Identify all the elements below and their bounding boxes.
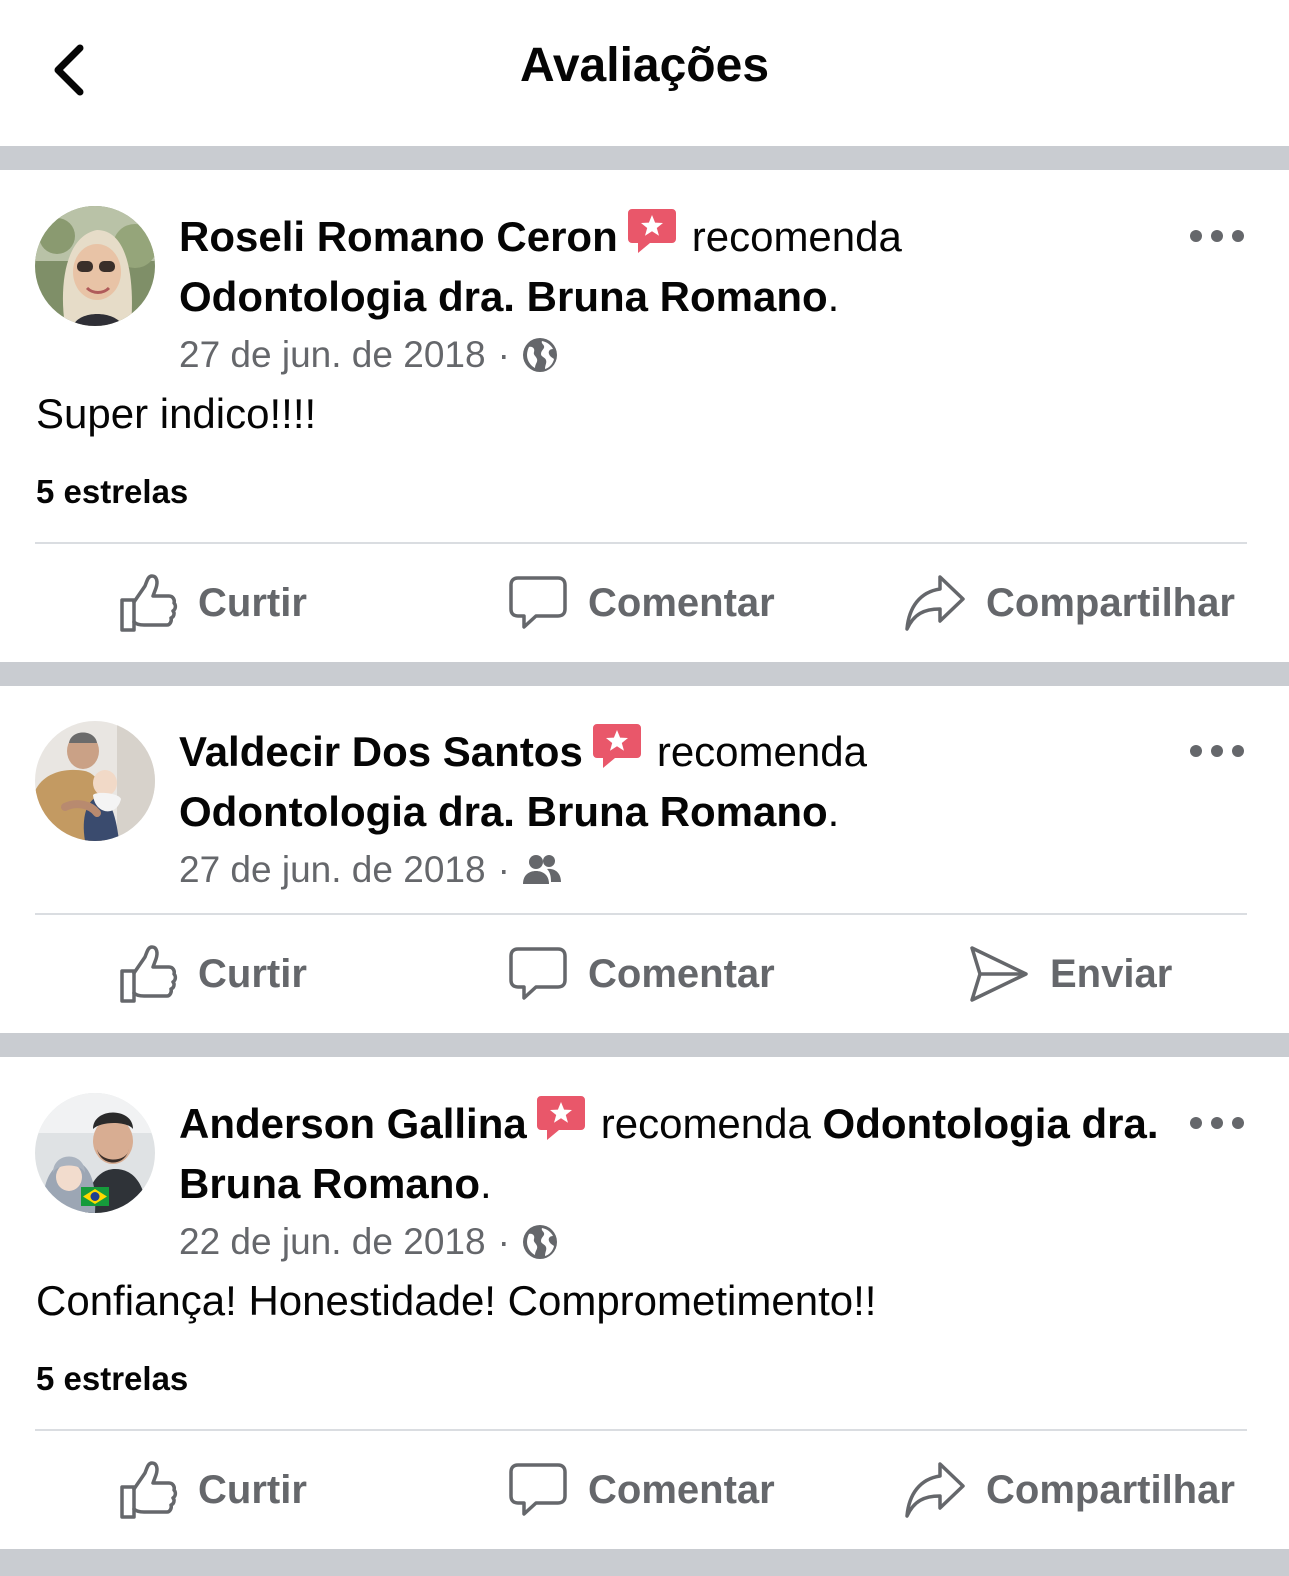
like-button[interactable]: Curtir [118, 939, 307, 1009]
recommend-verb: recomenda [656, 728, 867, 775]
back-button[interactable] [46, 42, 94, 98]
divider [35, 1429, 1247, 1431]
like-button[interactable]: Curtir [118, 1455, 307, 1525]
page-name[interactable]: Odontologia dra. Bruna Romano [179, 788, 828, 835]
comment-button[interactable]: Comentar [508, 1455, 775, 1525]
post-date[interactable]: 27 de jun. de 2018 [179, 330, 486, 380]
comment-button[interactable]: Comentar [508, 568, 775, 638]
recommend-verb: recomenda [691, 213, 902, 260]
comment-icon [508, 944, 568, 1004]
review-headline: Anderson Gallina recomenda Odontologia dr… [179, 1092, 1169, 1214]
divider [35, 542, 1247, 544]
avatar[interactable] [35, 206, 155, 326]
comment-button[interactable]: Comentar [508, 939, 775, 1009]
page-title: Avaliações [519, 39, 770, 92]
avatar[interactable] [35, 721, 155, 841]
rating-label: 5 estrelas [36, 473, 189, 510]
more-icon [1190, 1117, 1244, 1129]
comment-label: Comentar [588, 951, 775, 996]
section-separator [0, 1033, 1289, 1057]
top-bar: Avaliações [0, 0, 1289, 146]
author-name[interactable]: Roseli Romano Ceron [179, 213, 618, 260]
recommend-badge-icon [626, 205, 678, 257]
review-headline: Valdecir Dos Santos recomenda Odontologia … [179, 720, 1169, 842]
more-options-button[interactable] [1186, 1108, 1248, 1138]
section-separator [0, 662, 1289, 686]
like-label: Curtir [198, 580, 307, 625]
section-separator [0, 146, 1289, 170]
globe-icon [522, 337, 558, 373]
send-button[interactable]: Enviar [968, 939, 1172, 1009]
chevron-left-icon [54, 44, 84, 96]
rating-label: 5 estrelas [36, 1360, 189, 1397]
more-icon [1190, 230, 1244, 242]
post-meta: 22 de jun. de 2018 · [179, 1217, 558, 1267]
more-options-button[interactable] [1186, 736, 1248, 766]
like-icon [118, 1460, 178, 1520]
share-button[interactable]: Compartilhar [904, 1455, 1235, 1525]
post-date[interactable]: 22 de jun. de 2018 [179, 1217, 486, 1267]
avatar[interactable] [35, 1093, 155, 1213]
review-text: Confiança! Honestidade! Comprometimento!… [36, 1277, 877, 1324]
comment-icon [508, 1460, 568, 1520]
recommend-badge-icon [535, 1092, 587, 1144]
recommend-badge-icon [591, 720, 643, 772]
page-name[interactable]: Odontologia dra. Bruna Romano [179, 273, 828, 320]
share-button[interactable]: Compartilhar [904, 568, 1235, 638]
like-label: Curtir [198, 951, 307, 996]
review-text: Super indico!!!! [36, 390, 317, 437]
share-label: Compartilhar [986, 1467, 1235, 1512]
send-icon [968, 944, 1030, 1004]
review-headline: Roseli Romano Ceron recomenda Odontologia … [179, 205, 1169, 327]
more-icon [1190, 745, 1244, 757]
post-meta: 27 de jun. de 2018 · [179, 845, 562, 895]
share-icon [904, 1460, 966, 1520]
like-label: Curtir [198, 1467, 307, 1512]
like-button[interactable]: Curtir [118, 568, 307, 638]
like-icon [118, 944, 178, 1004]
comment-label: Comentar [588, 1467, 775, 1512]
review-card: Anderson Gallina recomenda Odontologia dr… [0, 1057, 1289, 1549]
author-name[interactable]: Anderson Gallina [179, 1100, 527, 1147]
section-separator [0, 1549, 1289, 1576]
more-options-button[interactable] [1186, 221, 1248, 251]
recommend-verb: recomenda [600, 1100, 811, 1147]
post-meta: 27 de jun. de 2018 · [179, 330, 558, 380]
comment-label: Comentar [588, 580, 775, 625]
share-icon [904, 573, 966, 633]
review-card: Valdecir Dos Santos recomenda Odontologia … [0, 686, 1289, 1033]
author-name[interactable]: Valdecir Dos Santos [179, 728, 583, 775]
send-label: Enviar [1050, 951, 1173, 996]
share-label: Compartilhar [986, 580, 1235, 625]
comment-icon [508, 573, 568, 633]
friends-icon [522, 852, 562, 888]
globe-icon [522, 1224, 558, 1260]
divider [35, 913, 1247, 915]
post-date[interactable]: 27 de jun. de 2018 [179, 845, 486, 895]
like-icon [118, 573, 178, 633]
review-card: Roseli Romano Ceron recomenda Odontologia … [0, 170, 1289, 662]
